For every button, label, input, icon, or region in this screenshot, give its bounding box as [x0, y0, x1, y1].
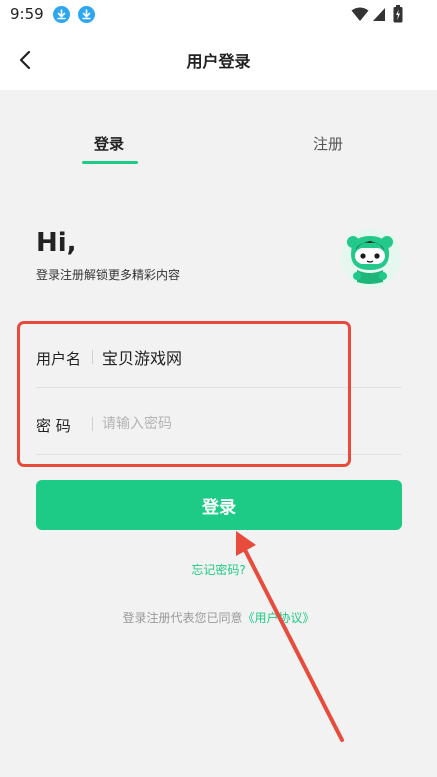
- tab-register[interactable]: 注册: [313, 133, 343, 154]
- tab-login[interactable]: 登录: [94, 133, 124, 154]
- status-bar: 9:59: [0, 0, 437, 30]
- nav-bar: 用户登录: [0, 30, 437, 90]
- forgot-password-link[interactable]: 忘记密码?: [0, 561, 437, 578]
- user-agreement-link[interactable]: 《用户协议》: [243, 611, 315, 625]
- mascot-icon: [341, 228, 401, 288]
- signal-icon: [373, 8, 385, 21]
- download-icon: [53, 6, 70, 23]
- annotation-highlight-box: [17, 321, 351, 467]
- status-time: 9:59: [10, 5, 44, 23]
- battery-icon: [393, 5, 403, 23]
- tab-active-indicator: [82, 161, 138, 164]
- download-icon: [78, 6, 95, 23]
- page-title: 用户登录: [186, 52, 251, 71]
- greeting-subtitle: 登录注册解锁更多精彩内容: [36, 268, 181, 282]
- greeting-title: Hi,: [36, 228, 77, 258]
- agreement-text: 登录注册代表您已同意《用户协议》: [0, 609, 437, 626]
- wifi-icon: [351, 7, 369, 21]
- login-button[interactable]: 登录: [36, 480, 402, 530]
- agreement-prefix: 登录注册代表您已同意: [122, 611, 243, 625]
